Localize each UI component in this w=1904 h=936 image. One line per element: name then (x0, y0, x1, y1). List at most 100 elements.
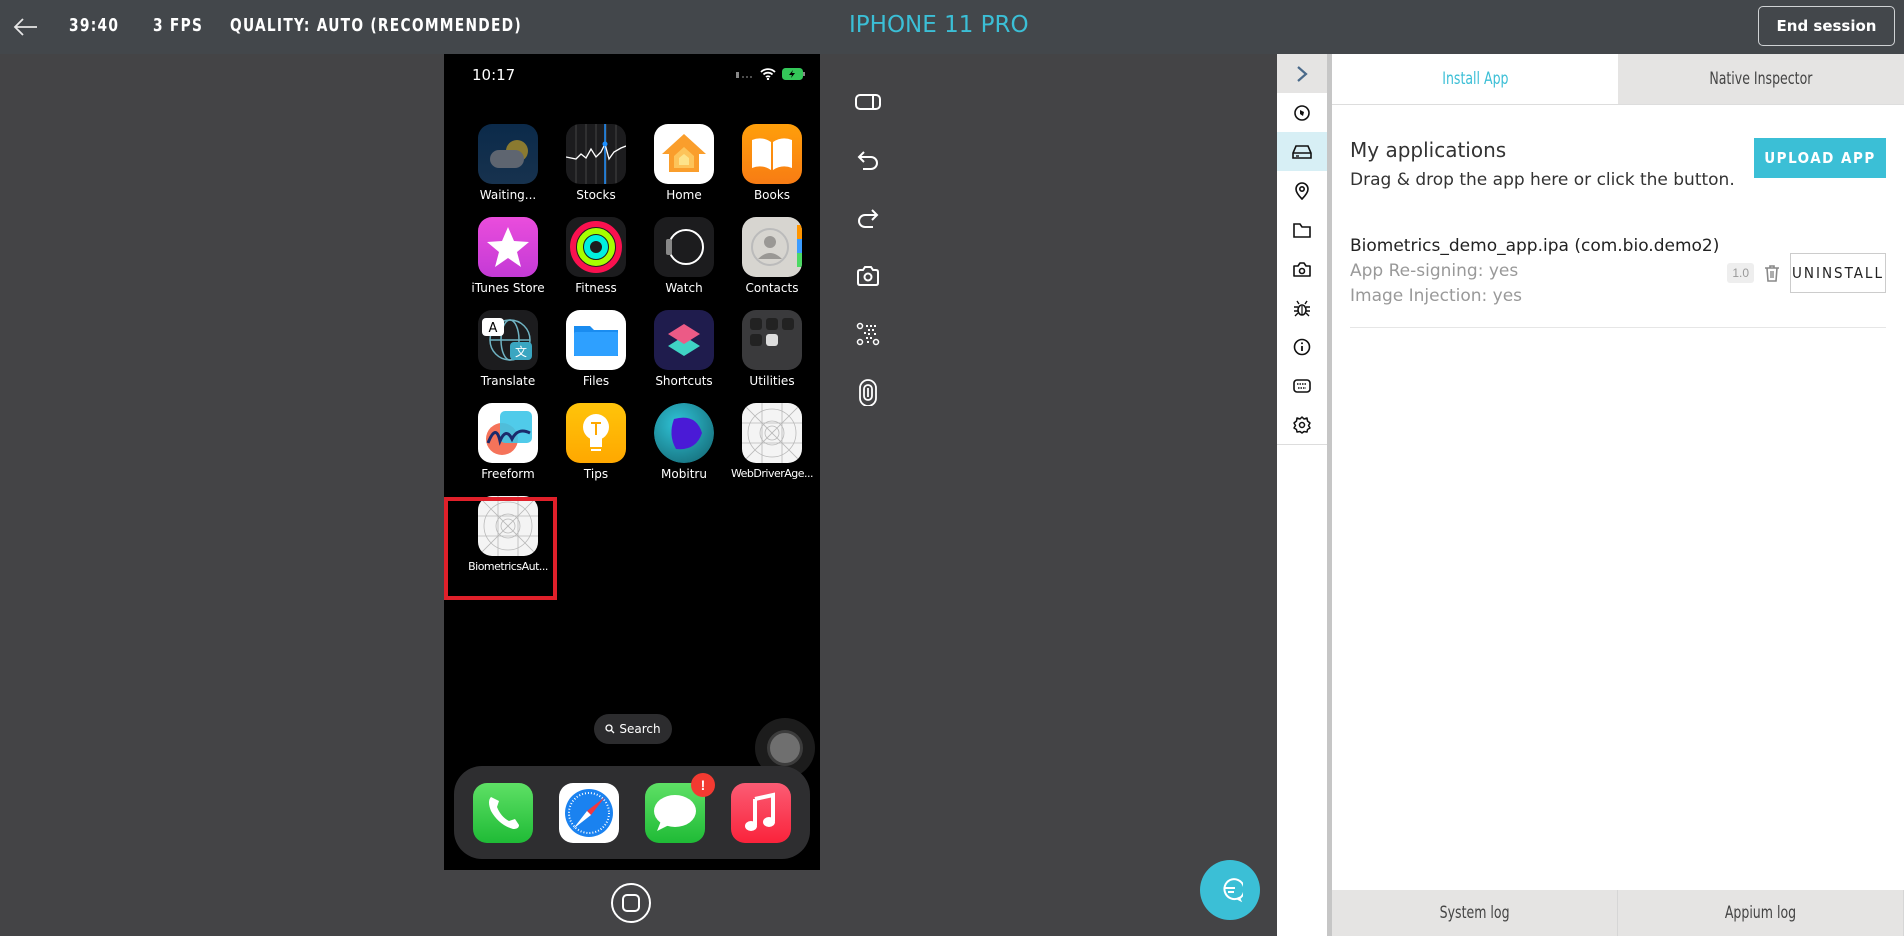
app-tips[interactable]: Tips (552, 403, 640, 481)
app-label: Fitness (575, 281, 617, 295)
device-toolbar (852, 86, 884, 408)
redo-icon (858, 209, 879, 228)
phone-icon[interactable] (473, 782, 533, 843)
app-watch[interactable]: Watch (640, 217, 728, 295)
my-applications-section: My applications Drag & drop the app here… (1350, 138, 1886, 190)
messages-icon[interactable]: ! (645, 772, 715, 843)
books-icon (742, 124, 802, 184)
location-icon (1295, 181, 1309, 200)
weather-icon (478, 124, 538, 184)
mobitru-icon (654, 403, 714, 463)
session-timer: 39:40 (69, 15, 120, 36)
app-label: Home (666, 188, 702, 202)
selected-app-highlight (444, 497, 557, 600)
log-tabs: System log Appium log (1332, 890, 1904, 936)
app-translate[interactable]: A文 Translate (464, 310, 552, 388)
app-home[interactable]: Home (640, 124, 728, 202)
device-home-button[interactable] (611, 883, 651, 923)
undo-icon (857, 151, 878, 170)
upload-app-button[interactable]: UPLOAD APP (1754, 138, 1886, 178)
app-label: Utilities (749, 374, 795, 388)
end-session-button[interactable]: End session (1758, 6, 1895, 46)
rotate-icon (855, 94, 881, 110)
tab-label: Native Inspector (1709, 69, 1813, 89)
top-bar: 39:40 3 FPS QUALITY: AUTO (RECOMMENDED) … (0, 0, 1904, 54)
app-stocks[interactable]: Stocks (552, 124, 640, 202)
install-app-icon (1292, 144, 1312, 159)
rail-location[interactable] (1277, 171, 1327, 210)
app-mobitru[interactable]: Mobitru (640, 403, 728, 481)
app-label: Books (753, 188, 791, 202)
spotlight-search-button[interactable]: Search (594, 714, 672, 744)
quality-selector[interactable]: QUALITY: AUTO (RECOMMENDED) (230, 15, 522, 36)
tab-label: System log (1439, 903, 1510, 923)
installed-app-row: Biometrics_demo_app.ipa (com.bio.demo2) … (1350, 236, 1886, 328)
keyboard-icon (1293, 378, 1311, 393)
placeholder-app-icon (742, 403, 802, 463)
screenshot-button[interactable] (852, 260, 884, 292)
freeform-icon (478, 403, 538, 463)
tab-label: Appium log (1724, 903, 1797, 923)
rotate-button[interactable] (852, 86, 884, 118)
redo-button[interactable] (852, 202, 884, 234)
tab-native-inspector[interactable]: Native Inspector (1618, 54, 1904, 104)
app-itunes-store[interactable]: iTunes Store (464, 217, 552, 295)
wifi-icon (760, 68, 776, 80)
collapse-panel-button[interactable] (1277, 54, 1327, 93)
uninstall-button[interactable]: UNINSTALL (1790, 253, 1886, 293)
translate-icon: A文 (478, 310, 538, 370)
watch-icon (654, 217, 714, 277)
app-freeform[interactable]: Freeform (464, 403, 552, 481)
app-fitness[interactable]: Fitness (552, 217, 640, 295)
settings-icon (1293, 415, 1311, 434)
tab-install-app[interactable]: Install App (1332, 54, 1618, 104)
shortcuts-icon (654, 310, 714, 370)
home-app-icon (654, 124, 714, 184)
device-screen[interactable]: 10:17 Waiting... Stocks Home Books iTune… (444, 54, 820, 870)
rail-speed[interactable] (1277, 93, 1327, 132)
back-button[interactable] (12, 13, 40, 41)
app-label: Stocks (576, 188, 616, 202)
tab-system-log[interactable]: System log (1332, 890, 1618, 936)
rail-camera[interactable] (1277, 249, 1327, 288)
app-label: Translate (480, 374, 536, 388)
app-waiting[interactable]: Waiting... (464, 124, 552, 202)
app-shortcuts[interactable]: Shortcuts (640, 310, 728, 388)
tab-appium-log[interactable]: Appium log (1618, 890, 1904, 936)
notification-badge: ! (691, 772, 715, 797)
undo-button[interactable] (852, 144, 884, 176)
app-files[interactable]: Files (552, 310, 640, 388)
chat-icon (1223, 878, 1243, 903)
app-contacts[interactable]: Contacts (728, 217, 816, 295)
rail-info[interactable] (1277, 327, 1327, 366)
app-books[interactable]: Books (728, 124, 816, 202)
rail-settings[interactable] (1277, 405, 1327, 444)
qr-code-button[interactable] (852, 318, 884, 350)
app-label: Shortcuts (655, 374, 713, 388)
biometrics-button[interactable] (852, 376, 884, 408)
chat-button[interactable] (1200, 860, 1260, 920)
folder-icon (1293, 222, 1311, 238)
app-label: Waiting... (479, 188, 537, 202)
dock: ! (454, 766, 810, 859)
search-icon (605, 724, 615, 734)
rail-keyboard[interactable] (1277, 366, 1327, 405)
safari-icon[interactable] (559, 782, 619, 843)
app-utilities[interactable]: Utilities (728, 310, 816, 388)
side-icon-rail (1277, 54, 1327, 936)
app-label: Files (582, 374, 610, 388)
app-label: Contacts (745, 281, 799, 295)
rail-divider (1277, 444, 1327, 445)
rail-debug[interactable] (1277, 288, 1327, 327)
music-icon[interactable] (731, 782, 791, 843)
status-time: 10:17 (472, 66, 516, 84)
qr-code-icon (856, 322, 880, 346)
delete-app-button[interactable] (1762, 263, 1782, 283)
app-webdriveragent[interactable]: WebDriverAge... (728, 403, 816, 481)
app-label: WebDriverAge... (730, 467, 814, 480)
rail-install-app[interactable] (1277, 132, 1327, 171)
app-row-actions: 1.0 UNINSTALL (1727, 253, 1886, 293)
app-label: iTunes Store (471, 281, 545, 295)
rail-files[interactable] (1277, 210, 1327, 249)
app-label: Mobitru (661, 467, 707, 481)
